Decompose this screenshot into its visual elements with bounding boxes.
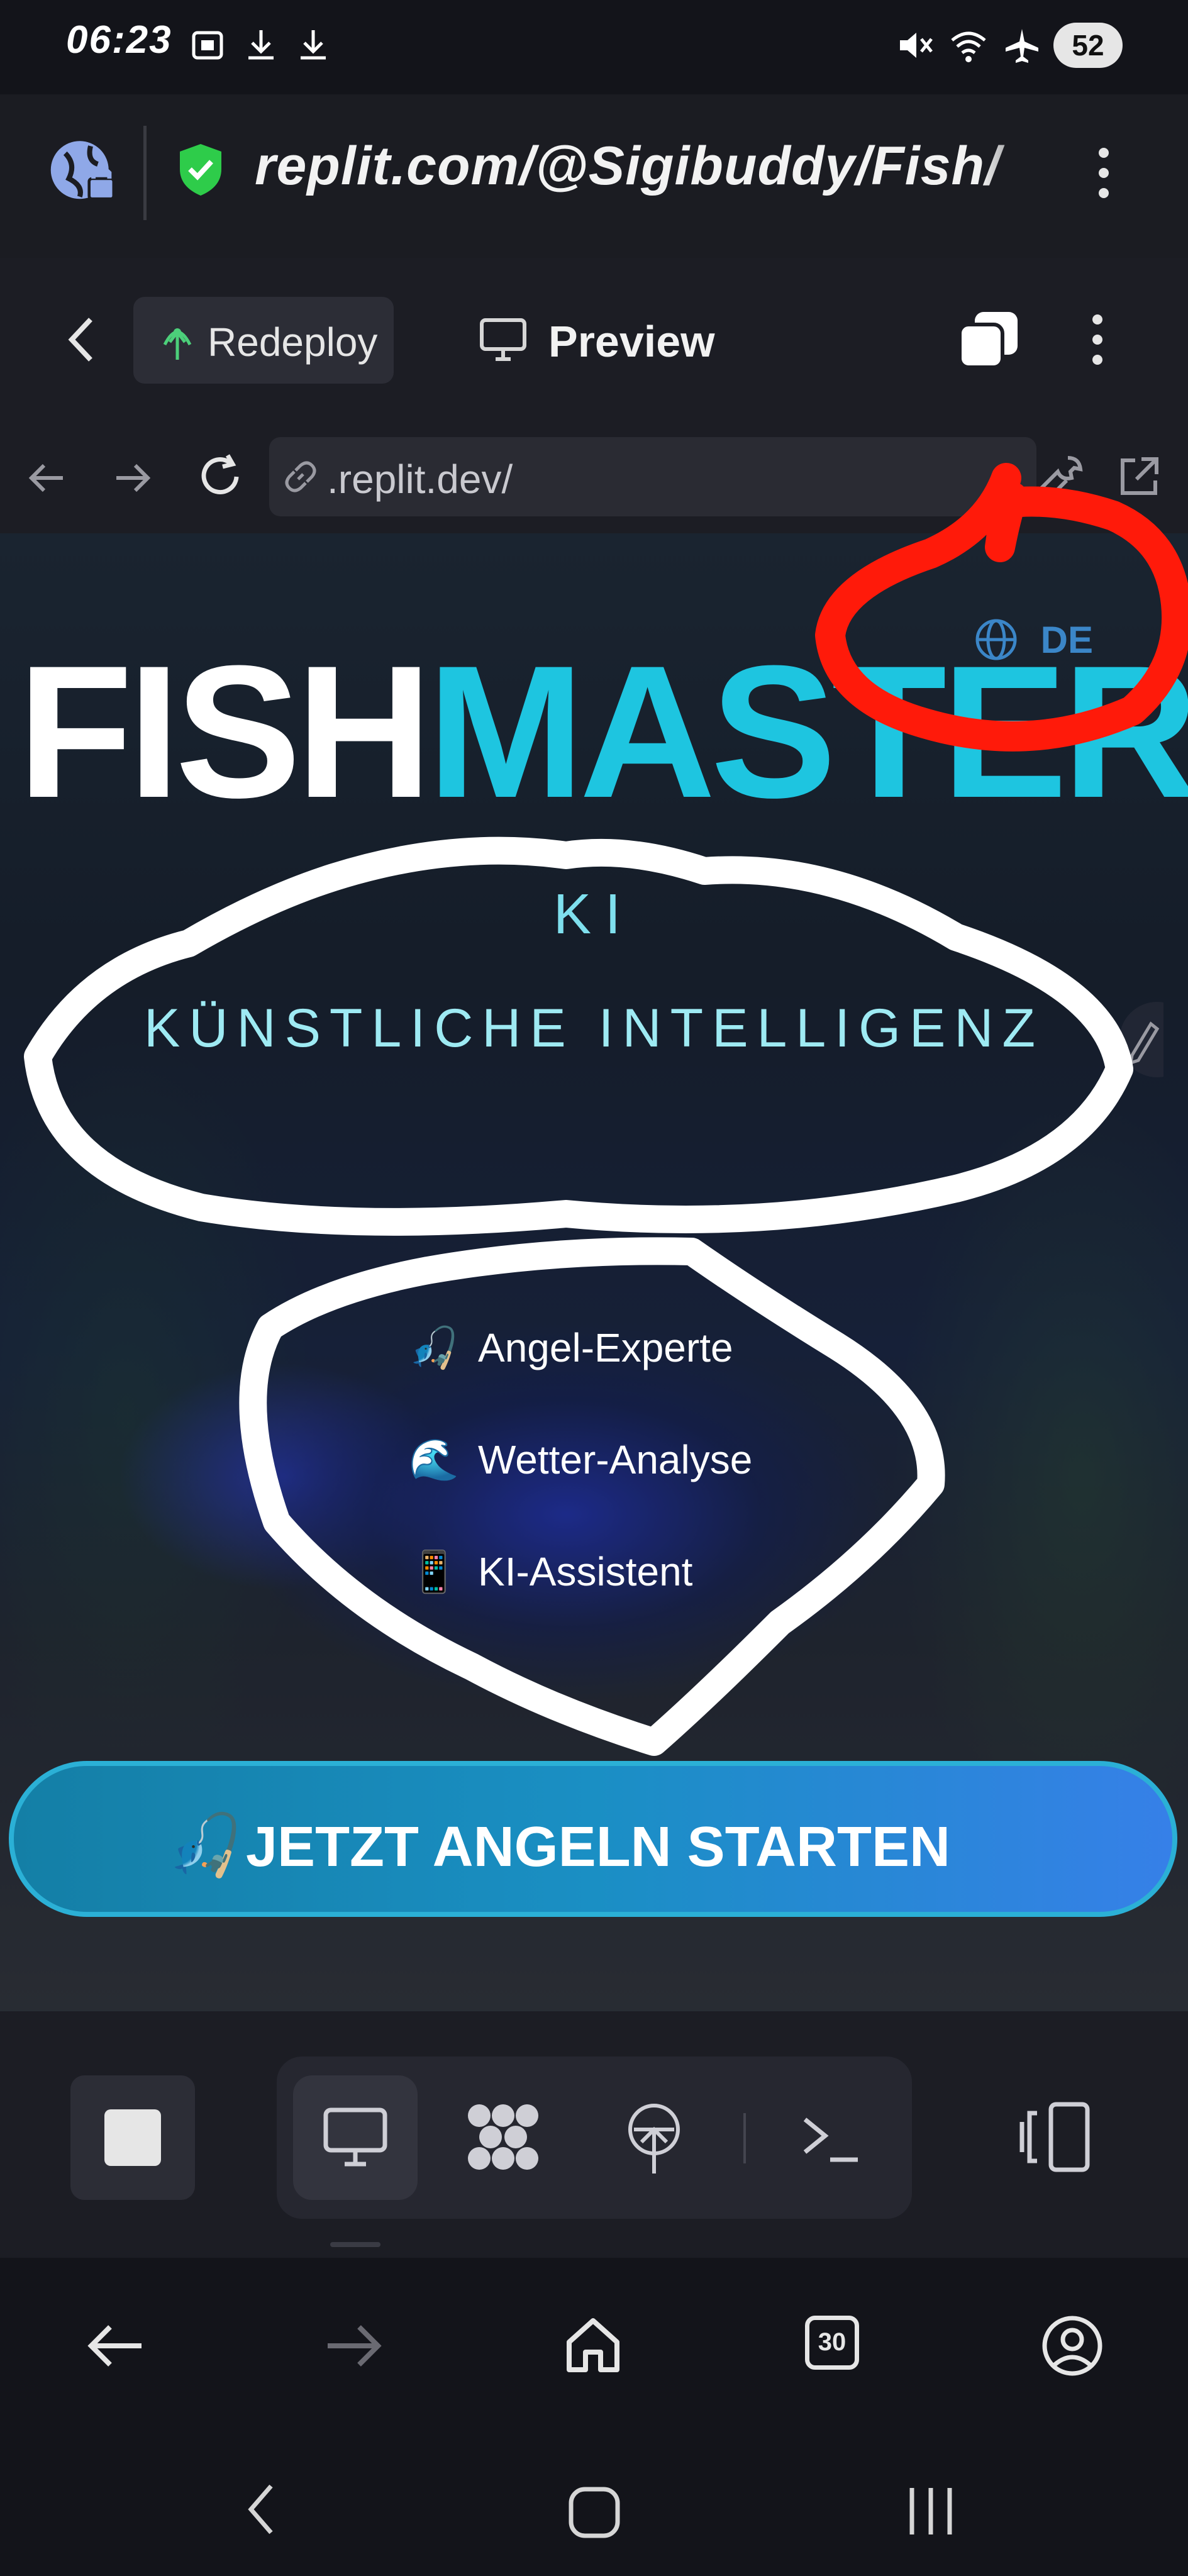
feature-item: 🌊 Wetter-Analyse bbox=[409, 1436, 752, 1484]
url-fade bbox=[981, 119, 1063, 201]
browser-home-icon[interactable] bbox=[563, 2314, 623, 2375]
feature-item: 📱 KI-Assistent bbox=[409, 1548, 692, 1596]
link-icon bbox=[285, 461, 316, 492]
download-icon-2 bbox=[301, 30, 326, 60]
screenshot-icon bbox=[192, 31, 223, 60]
ki-subtitle: KÜNSTLICHE INTELLIGENZ bbox=[144, 998, 1044, 1058]
preview-tab-label[interactable]: Preview bbox=[548, 316, 715, 367]
devtools-wrench-icon[interactable] bbox=[1038, 453, 1085, 501]
stop-icon bbox=[104, 2109, 161, 2166]
system-home-icon[interactable] bbox=[566, 2484, 623, 2541]
shield-check-icon bbox=[180, 144, 221, 196]
account-icon[interactable] bbox=[1041, 2314, 1104, 2377]
wifi-icon bbox=[951, 31, 986, 62]
browser-back-icon[interactable] bbox=[85, 2321, 145, 2371]
feature-label: KI-Assistent bbox=[478, 1549, 693, 1594]
split-pane-icon[interactable] bbox=[1016, 2101, 1091, 2174]
ki-heading: KI bbox=[553, 883, 635, 946]
webview-address-text: .replit.dev/ bbox=[327, 457, 513, 502]
browser-forward-icon[interactable] bbox=[324, 2321, 384, 2371]
battery-indicator: 52 bbox=[1053, 23, 1123, 68]
app-title-fish: FISH bbox=[18, 626, 432, 837]
start-fishing-label: JETZT ANGELN STARTEN bbox=[246, 1816, 950, 1879]
deploy-antenna-icon bbox=[163, 328, 192, 360]
reload-icon[interactable] bbox=[195, 452, 245, 502]
mute-icon bbox=[900, 33, 933, 58]
open-external-icon[interactable] bbox=[1116, 454, 1162, 499]
app-title: FISHMASTER bbox=[18, 637, 1188, 826]
tool-separator bbox=[743, 2113, 746, 2163]
browser-url-text[interactable]: replit.com/@Sigibuddy/Fish/ bbox=[255, 135, 1001, 197]
terminal-shell-icon[interactable] bbox=[799, 2107, 862, 2170]
drag-handle[interactable] bbox=[330, 2242, 380, 2247]
airplane-icon bbox=[1006, 29, 1038, 63]
app-preview-frame: FISHMASTER DE KI KÜNSTLICHE INTELLIGENZ … bbox=[0, 533, 1188, 2011]
start-fishing-button[interactable]: 🎣 JETZT ANGELN STARTEN bbox=[9, 1761, 1177, 1917]
back-chevron-icon[interactable] bbox=[63, 314, 101, 365]
replit-menu-icon[interactable] bbox=[1082, 308, 1113, 371]
webview-forward-icon[interactable] bbox=[110, 456, 154, 500]
feature-label: Wetter-Analyse bbox=[478, 1437, 753, 1482]
webview-back-icon[interactable] bbox=[25, 456, 69, 500]
language-switcher[interactable]: DE bbox=[974, 615, 1093, 662]
monitor-icon bbox=[480, 318, 526, 361]
language-code: DE bbox=[1040, 618, 1094, 661]
deployments-icon[interactable] bbox=[623, 2101, 686, 2176]
tabs-count-button[interactable]: 30 bbox=[805, 2316, 859, 2370]
wave-icon: 🌊 bbox=[409, 1437, 459, 1484]
globe-icon bbox=[975, 619, 1017, 660]
preview-monitor-icon[interactable] bbox=[322, 2104, 389, 2170]
mobile-phone-icon: 📱 bbox=[409, 1549, 459, 1596]
edit-pencil-icon[interactable] bbox=[1107, 999, 1163, 1080]
fishing-pole-icon: 🎣 bbox=[409, 1325, 459, 1372]
status-time: 06:23 bbox=[66, 18, 172, 62]
system-recents-icon[interactable] bbox=[902, 2483, 959, 2540]
download-icon bbox=[248, 30, 274, 60]
browser-menu-icon[interactable] bbox=[1088, 142, 1119, 204]
site-info-globe-lock-icon[interactable] bbox=[47, 135, 119, 208]
redeploy-label: Redeploy bbox=[208, 319, 378, 365]
system-back-icon[interactable] bbox=[242, 2481, 280, 2538]
feature-label: Angel-Experte bbox=[478, 1325, 733, 1370]
tabs-overlay-icon[interactable] bbox=[956, 309, 1021, 372]
url-bar-divider bbox=[143, 126, 147, 220]
packages-grid-icon[interactable] bbox=[465, 2101, 541, 2174]
feature-item: 🎣 Angel-Experte bbox=[409, 1324, 733, 1372]
